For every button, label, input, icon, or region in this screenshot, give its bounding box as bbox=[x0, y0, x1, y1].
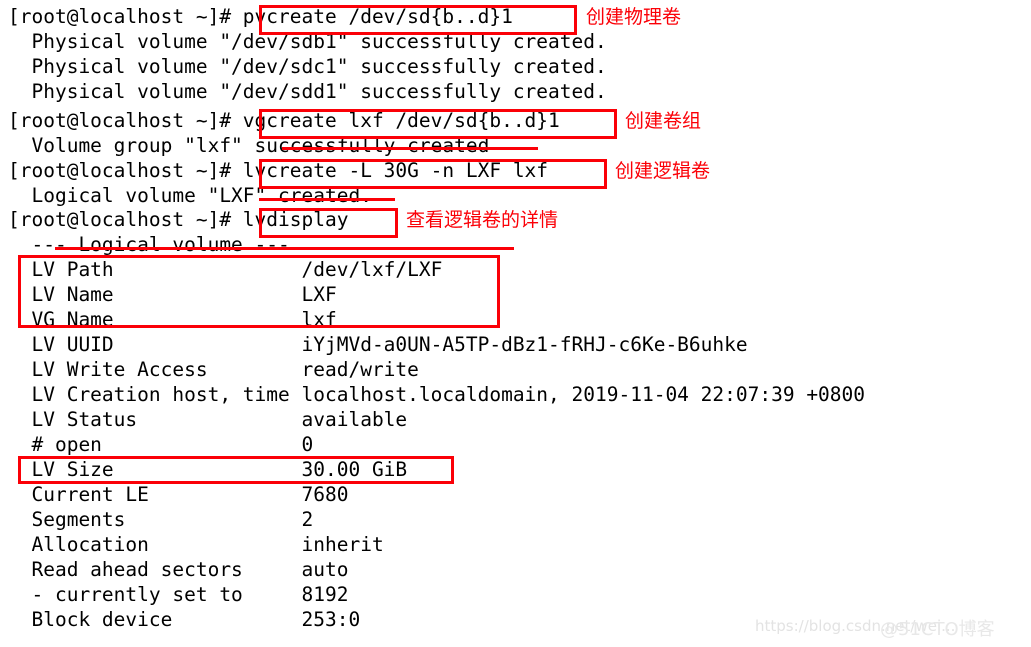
terminal-line-command-vgcreate: [root@localhost ~]# vgcreate lxf /dev/sd… bbox=[8, 109, 560, 132]
terminal-line-currently-set-to: - currently set to 8192 bbox=[8, 583, 349, 606]
terminal-line-output: Physical volume "/dev/sdc1" successfully… bbox=[8, 55, 607, 78]
terminal-line-lv-status: LV Status available bbox=[8, 408, 408, 431]
terminal-window: [root@localhost ~]# pvcreate /dev/sd{b..… bbox=[0, 0, 1031, 647]
terminal-line-lv-write-access: LV Write Access read/write bbox=[8, 358, 419, 381]
terminal-line-output: Logical volume "LXF" created. bbox=[8, 184, 372, 207]
terminal-line-lv-name: LV Name LXF bbox=[8, 283, 337, 306]
annotation-create-logical-volume: 创建逻辑卷 bbox=[615, 160, 711, 182]
terminal-line-block-device: Block device 253:0 bbox=[8, 608, 361, 631]
watermark-csdn: https://blog.csdn.net/wei... bbox=[755, 617, 956, 635]
terminal-line-output: Physical volume "/dev/sdb1" successfully… bbox=[8, 30, 607, 53]
terminal-line-lv-uuid: LV UUID iYjMVd-a0UN-A5TP-dBz1-fRHJ-c6Ke-… bbox=[8, 333, 748, 356]
annotation-view-lv-details: 查看逻辑卷的详情 bbox=[406, 209, 559, 231]
terminal-line-vg-name: VG Name lxf bbox=[8, 308, 337, 331]
terminal-line-output: Volume group "lxf" successfully created bbox=[8, 134, 490, 157]
annotation-create-physical-volume: 创建物理卷 bbox=[586, 6, 682, 28]
terminal-line-output: Physical volume "/dev/sdd1" successfully… bbox=[8, 80, 607, 103]
terminal-line-lv-creation: LV Creation host, time localhost.localdo… bbox=[8, 383, 866, 406]
terminal-line-lv-size: LV Size 30.00 GiB bbox=[8, 458, 408, 481]
annotation-create-volume-group: 创建卷组 bbox=[625, 110, 702, 132]
terminal-line-allocation: Allocation inherit bbox=[8, 533, 384, 556]
terminal-line-read-ahead: Read ahead sectors auto bbox=[8, 558, 349, 581]
terminal-line-lv-path: LV Path /dev/lxf/LXF bbox=[8, 258, 443, 281]
watermark-51cto: @51CTO博客 bbox=[880, 619, 995, 640]
terminal-line-open-count: # open 0 bbox=[8, 433, 314, 456]
terminal-line-command-lvdisplay: [root@localhost ~]# lvdisplay bbox=[8, 208, 349, 231]
terminal-line-current-le: Current LE 7680 bbox=[8, 483, 349, 506]
terminal-line-command-lvcreate: [root@localhost ~]# lvcreate -L 30G -n L… bbox=[8, 159, 549, 182]
terminal-line-command-pvcreate: [root@localhost ~]# pvcreate /dev/sd{b..… bbox=[8, 5, 513, 28]
terminal-line-segments: Segments 2 bbox=[8, 508, 314, 531]
terminal-line-lv-header: --- Logical volume --- bbox=[8, 233, 290, 256]
